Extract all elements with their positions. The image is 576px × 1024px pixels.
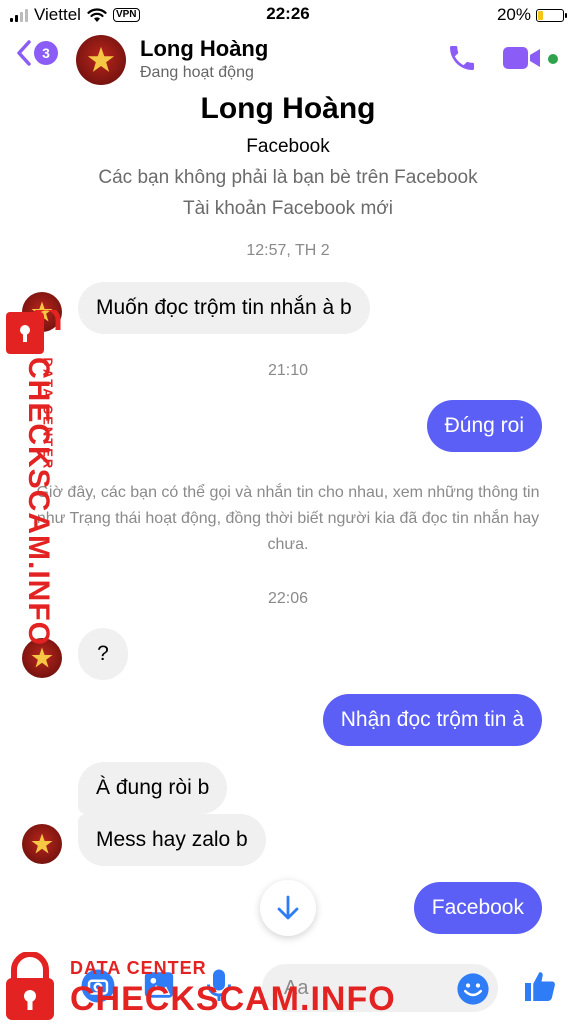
outgoing-message[interactable]: Đúng roi — [426, 400, 542, 452]
arrow-down-icon — [277, 895, 299, 920]
star-icon — [31, 647, 53, 668]
intro-not-friends: Các bạn không phải là bạn bè trên Facebo… — [98, 167, 478, 188]
intro-contact-name: Long Hoàng — [200, 92, 376, 125]
status-time: 22:26 — [266, 4, 310, 23]
watermark-bottom: DATA CENTER CHECKSCAM.INFO — [0, 948, 395, 1024]
outgoing-message[interactable]: Facebook — [413, 882, 542, 934]
back-button[interactable]: 3 — [16, 40, 58, 66]
watermark-checkscam: CHECKSCAM.INFO — [22, 357, 55, 646]
scroll-to-bottom-button[interactable] — [260, 880, 316, 936]
battery-percent: 20% — [496, 5, 531, 24]
outgoing-message[interactable]: Nhận đọc trộm tin à — [322, 694, 542, 746]
thumbs-up-icon[interactable] — [522, 968, 558, 1004]
conversation-header: 3 Long Hoàng Đang hoạt động — [0, 30, 576, 88]
video-call-icon[interactable] — [502, 44, 542, 72]
timestamp: 21:10 — [267, 362, 309, 379]
intro-new-account: Tài khoản Facebook mới — [183, 198, 393, 219]
contact-name[interactable]: Long Hoàng — [140, 36, 268, 62]
star-icon — [31, 833, 53, 854]
unread-count-badge: 3 — [34, 41, 58, 65]
timestamp: 12:57, TH 2 — [246, 242, 330, 259]
timestamp: 22:06 — [267, 590, 309, 607]
phone-call-icon[interactable] — [446, 42, 478, 74]
online-indicator — [548, 54, 558, 64]
battery-icon — [536, 8, 567, 22]
star-icon — [87, 46, 115, 72]
chevron-left-icon — [17, 40, 31, 66]
sender-avatar[interactable] — [22, 824, 62, 864]
incoming-message[interactable]: ? — [78, 628, 128, 680]
contact-avatar[interactable] — [76, 35, 126, 85]
watermark-checkscam: CHECKSCAM.INFO — [70, 980, 396, 1018]
contact-active-status: Đang hoạt động — [140, 64, 254, 81]
incoming-message[interactable]: Muốn đọc trộm tin nhắn à b — [78, 282, 370, 334]
watermark-side: DATA CENTER CHECKSCAM.INFO — [4, 310, 64, 646]
emoji-icon[interactable] — [456, 972, 490, 1006]
padlock-icon — [6, 310, 61, 354]
system-note: Giờ đây, các bạn có thể gọi và nhắn tin … — [36, 484, 540, 553]
status-bar: Viettel VPN 22:26 20% — [0, 0, 576, 30]
incoming-message[interactable]: Mess hay zalo b — [78, 814, 266, 866]
incoming-message[interactable]: À đung ròi b — [78, 762, 228, 814]
intro-network: Facebook — [246, 136, 330, 157]
watermark-data-center: DATA CENTER — [70, 958, 207, 978]
padlock-icon — [6, 952, 54, 1020]
